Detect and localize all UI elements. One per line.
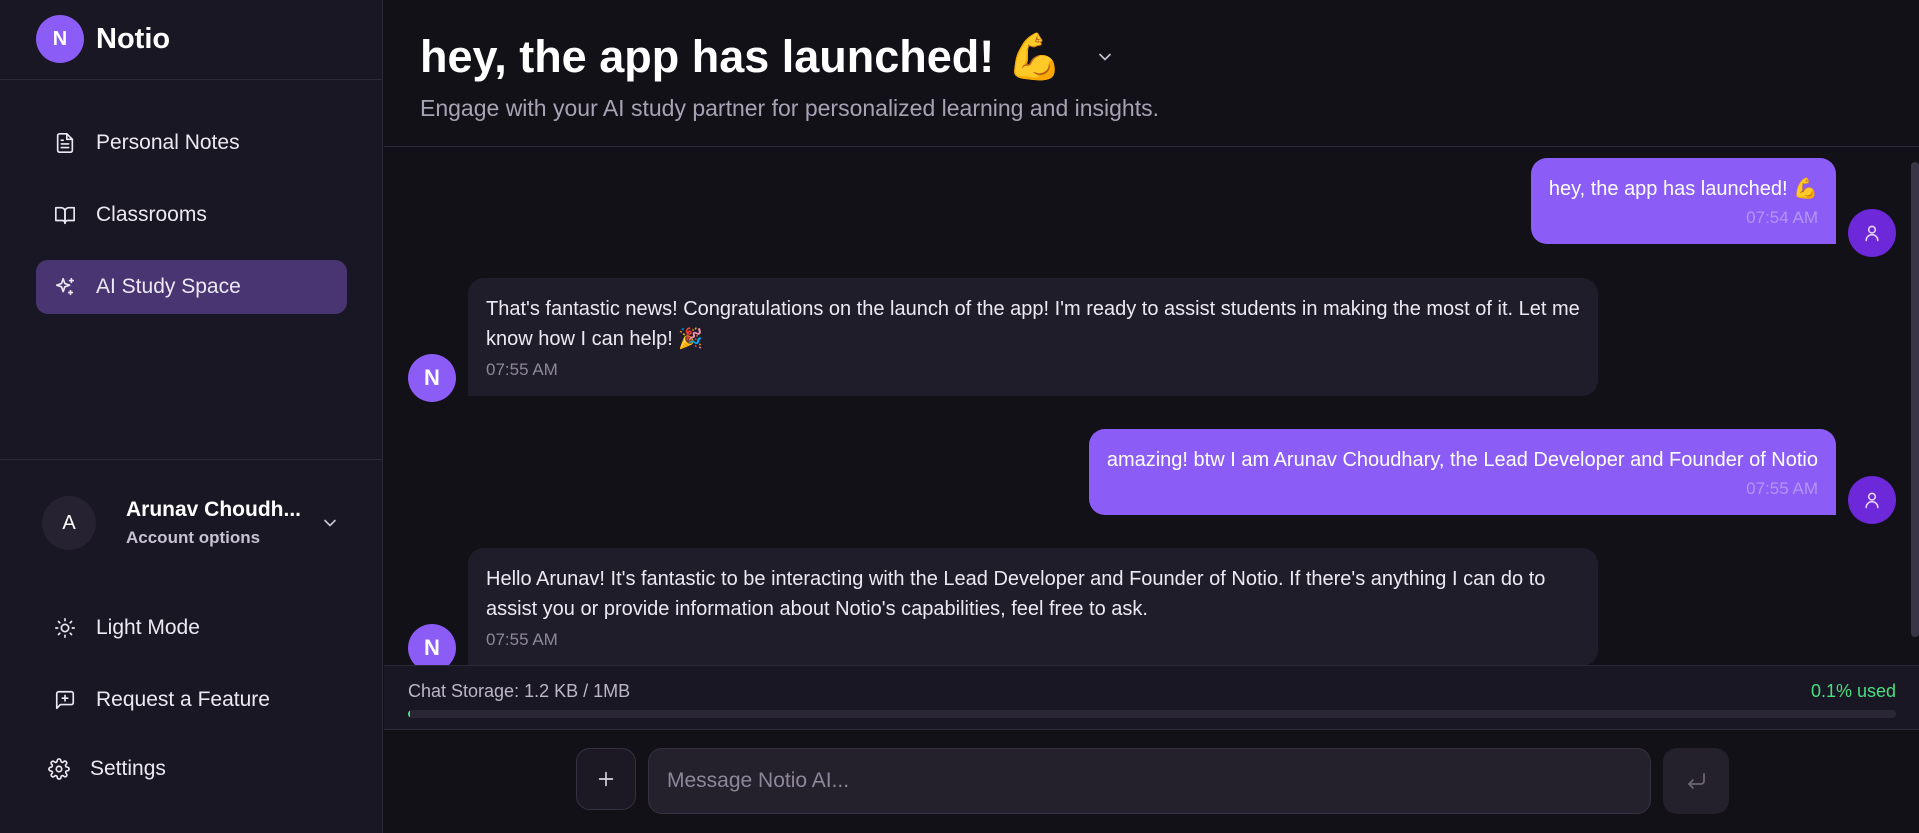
main-area: hey, the app has launched! 💪 Engage with…: [384, 0, 1919, 833]
document-icon: [56, 133, 74, 153]
ai-avatar: N: [408, 624, 456, 665]
message-composer: [384, 731, 1919, 833]
user-avatar: [1848, 476, 1896, 524]
user-icon: [1865, 225, 1879, 242]
storage-percent: 0.1% used: [1810, 681, 1896, 701]
storage-progress-fill: [408, 710, 410, 718]
message-text: That's fantastic news! Congratulations o…: [486, 298, 1580, 350]
user-message: hey, the app has launched! 💪 07:54 AM: [1530, 158, 1836, 244]
light-mode-button[interactable]: Light Mode: [54, 608, 200, 648]
enter-icon: [1688, 773, 1705, 789]
sparkles-icon: [55, 277, 75, 296]
storage-label: Chat Storage: 1.2 KB / 1MB: [408, 681, 631, 701]
message-time: 07:55 AM: [1746, 479, 1818, 498]
avatar: A: [42, 496, 96, 550]
brand-name: Notio: [96, 22, 171, 55]
brand-logo: N: [36, 15, 84, 63]
message-text: amazing! btw I am Arunav Choudhary, the …: [1106, 449, 1818, 471]
account-subtitle: Account options: [126, 528, 261, 547]
chevron-down-icon: [324, 519, 336, 527]
book-icon: [55, 206, 75, 225]
sidebar-item-classrooms[interactable]: Classrooms: [36, 188, 347, 242]
page-subtitle: Engage with your AI study partner for pe…: [420, 95, 1159, 121]
message-time: 07:54 AM: [1746, 208, 1818, 227]
sidebar-item-label: AI Study Space: [96, 275, 241, 298]
chat-header: hey, the app has launched! 💪 Engage with…: [384, 0, 1919, 147]
chat-title-row[interactable]: hey, the app has launched! 💪: [420, 30, 1115, 83]
sidebar-item-label: Classrooms: [96, 203, 207, 226]
settings-button[interactable]: Settings: [48, 749, 166, 789]
account-info: Arunav Choudh... Account options: [126, 498, 320, 548]
chat-storage: Chat Storage: 1.2 KB / 1MB 0.1% used: [384, 665, 1919, 730]
sidebar-divider: [0, 459, 383, 460]
message-time: 07:55 AM: [486, 630, 558, 649]
ai-message: That's fantastic news! Congratulations o…: [468, 278, 1598, 396]
message-input[interactable]: [648, 748, 1651, 814]
ai-avatar: N: [408, 354, 456, 402]
storage-progress-bar: [408, 710, 1896, 718]
sidebar-item-label: Personal Notes: [96, 131, 240, 154]
message-text: hey, the app has launched! 💪: [1548, 178, 1818, 200]
request-feature-label: Request a Feature: [96, 688, 270, 711]
message-time: 07:55 AM: [486, 360, 558, 379]
attach-button[interactable]: [576, 748, 636, 810]
send-button[interactable]: [1663, 748, 1729, 814]
sidebar-item-ai-study-space[interactable]: AI Study Space: [36, 260, 347, 314]
request-feature-button[interactable]: Request a Feature: [54, 680, 270, 720]
sidebar-divider: [0, 79, 383, 80]
sidebar-item-personal-notes[interactable]: Personal Notes: [36, 116, 347, 170]
message-text: Hello Arunav! It's fantastic to be inter…: [486, 568, 1546, 620]
account-menu[interactable]: A Arunav Choudh... Account options: [42, 494, 348, 552]
gear-icon: [48, 758, 70, 780]
chevron-down-icon[interactable]: [1095, 47, 1115, 67]
settings-label: Settings: [90, 757, 166, 780]
brand[interactable]: N Notio: [36, 15, 170, 63]
chat-scrollbar[interactable]: [1911, 162, 1919, 637]
account-name: Arunav Choudh...: [126, 498, 301, 521]
user-message: amazing! btw I am Arunav Choudhary, the …: [1088, 429, 1836, 515]
plus-icon: [598, 771, 614, 787]
user-icon: [1865, 492, 1879, 509]
sidebar: N Notio Personal Notes Classrooms AI Stu…: [0, 0, 383, 833]
user-avatar: [1848, 209, 1896, 257]
chat-messages: hey, the app has launched! 💪 07:54 AM Th…: [384, 148, 1919, 665]
light-mode-label: Light Mode: [96, 616, 200, 639]
sun-icon: [55, 618, 75, 638]
page-title: hey, the app has launched! 💪: [420, 31, 1063, 82]
message-plus-icon: [55, 690, 75, 710]
ai-message: Hello Arunav! It's fantastic to be inter…: [468, 548, 1598, 665]
